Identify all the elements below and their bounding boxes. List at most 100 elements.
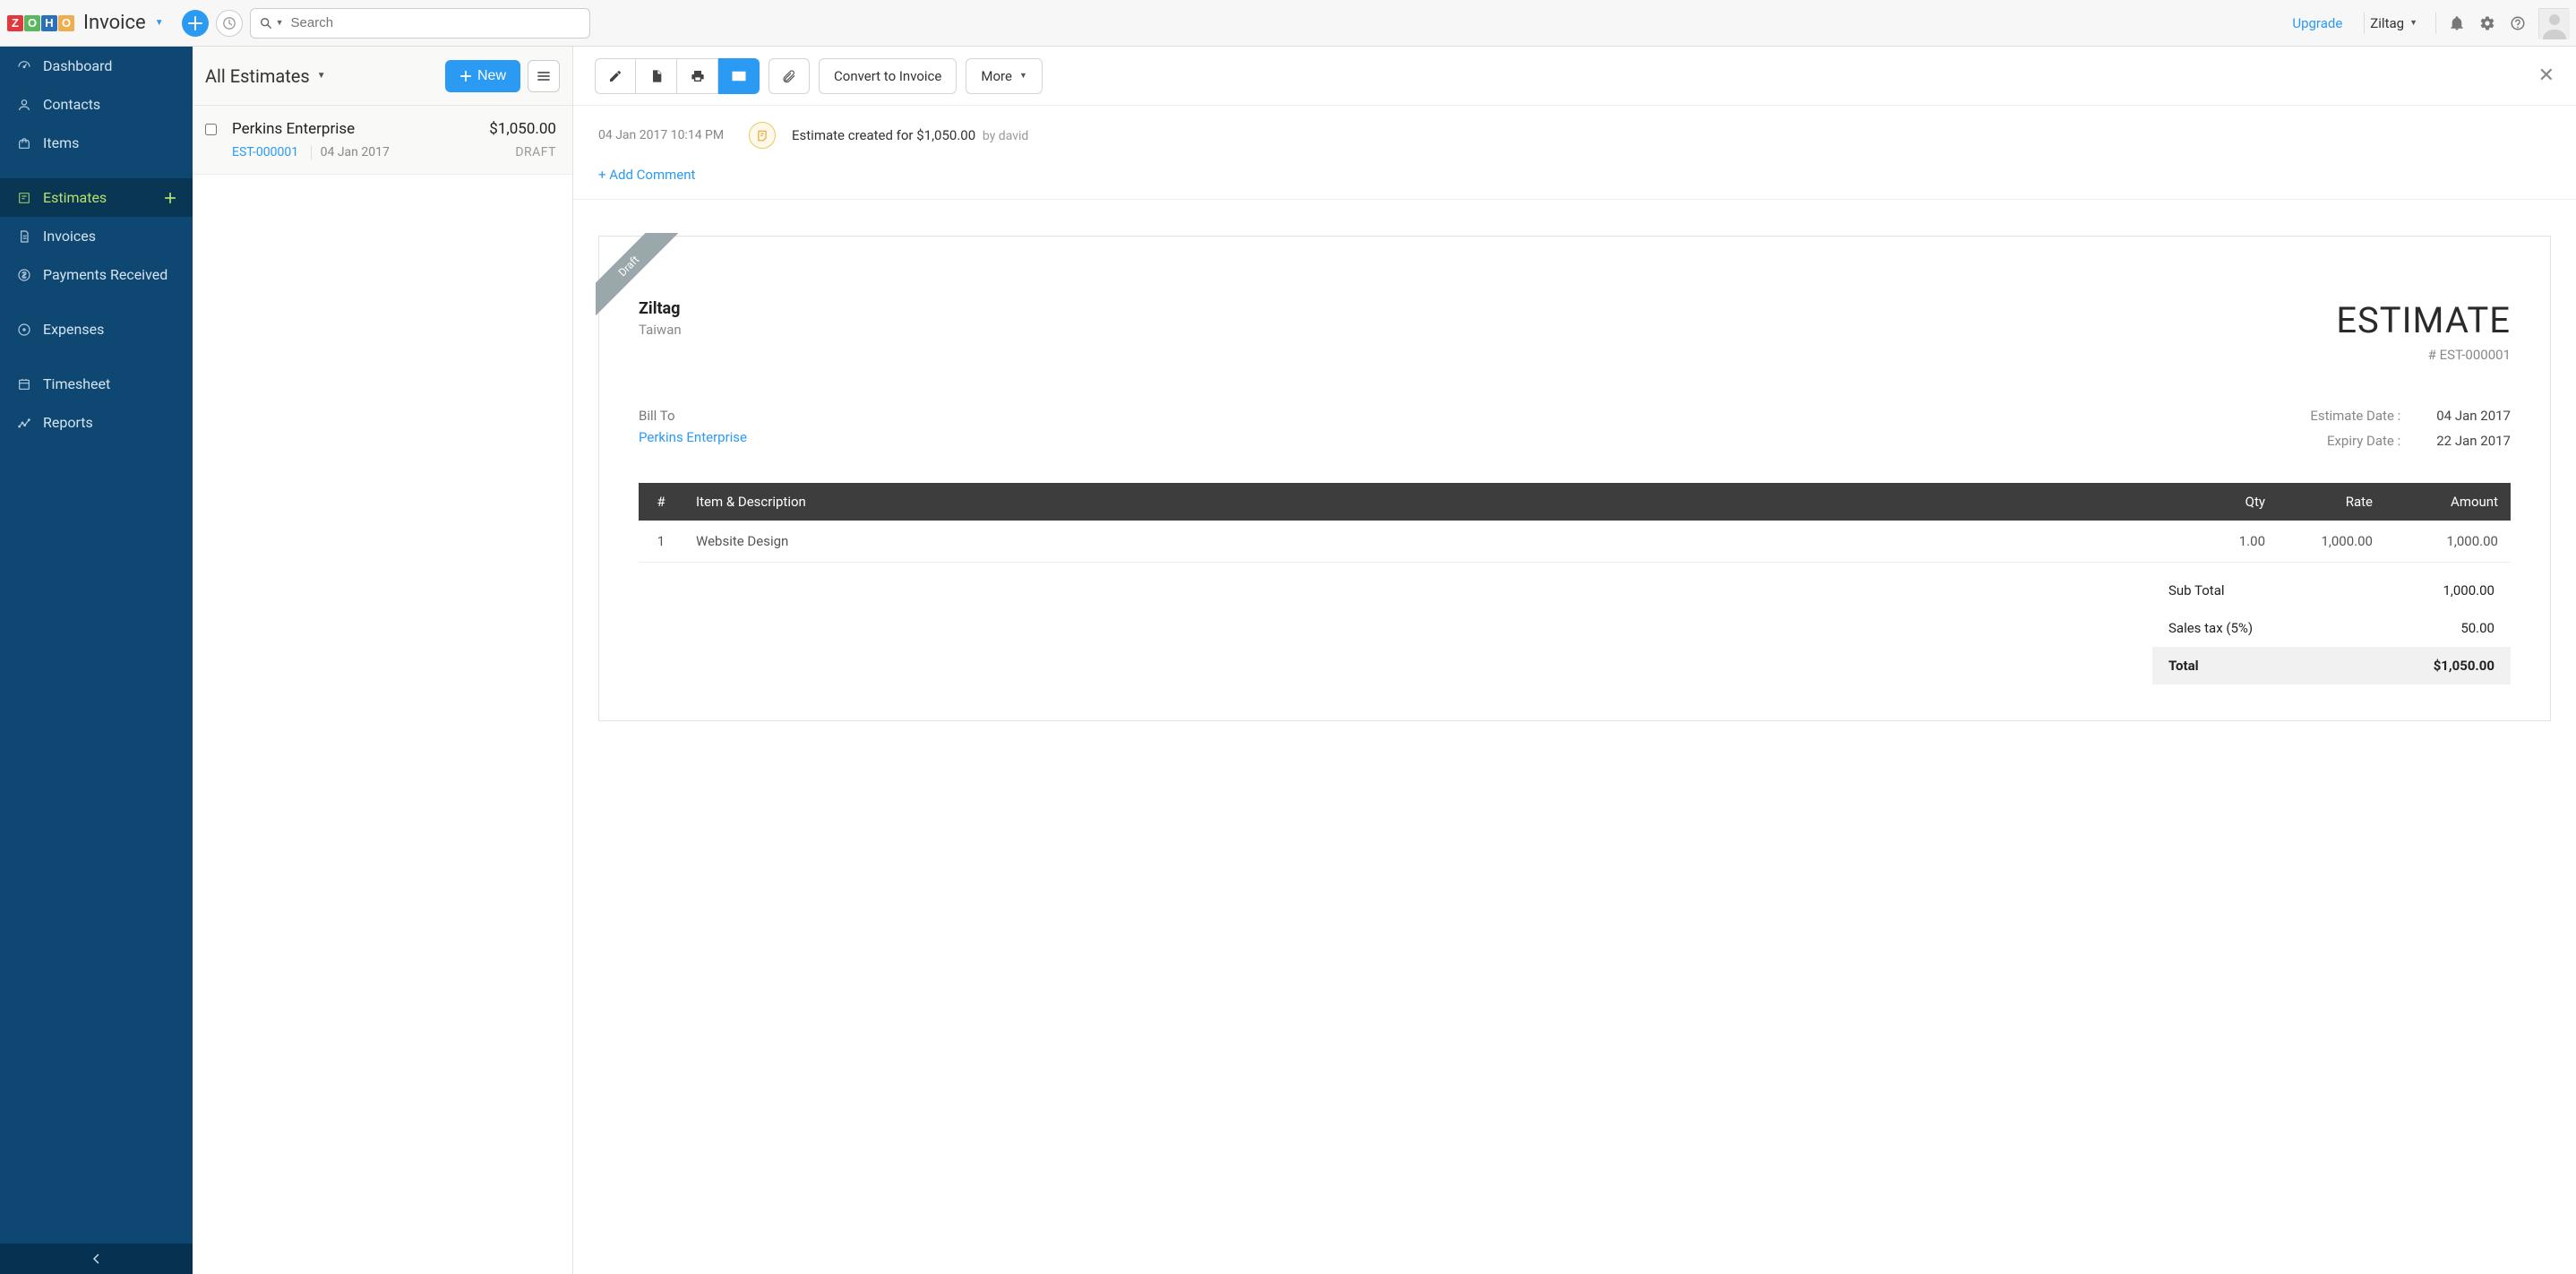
- totals-section: Sub Total 1,000.00 Sales tax (5%) 50.00 …: [2152, 572, 2511, 684]
- chevron-down-icon: ▼: [2409, 18, 2417, 28]
- upgrade-link[interactable]: Upgrade: [2292, 15, 2342, 31]
- help-button[interactable]: [2503, 15, 2533, 31]
- recent-activity-button[interactable]: [216, 10, 243, 37]
- estimate-detail-panel: Convert to Invoice More ▼ ✕ 04 Jan 2017 …: [573, 47, 2576, 1274]
- total-value: $1,050.00: [2434, 658, 2494, 674]
- sidebar-label: Estimates: [43, 189, 107, 206]
- sidebar-label: Timesheet: [43, 375, 110, 392]
- add-comment-link[interactable]: + Add Comment: [598, 167, 695, 183]
- sidebar-item-contacts[interactable]: Contacts: [0, 85, 193, 124]
- new-button-label: New: [477, 68, 506, 84]
- hamburger-icon: [537, 69, 551, 83]
- estimate-document: Draft Ziltag Taiwan ESTIMATE # EST-00000…: [598, 236, 2551, 721]
- sidebar-label: Items: [43, 134, 79, 151]
- estimate-date-label: Estimate Date :: [2293, 408, 2400, 424]
- email-button[interactable]: [718, 58, 760, 94]
- new-estimate-button[interactable]: New: [445, 60, 520, 92]
- estimate-list-row[interactable]: Perkins Enterprise $1,050.00 EST-000001 …: [193, 106, 572, 175]
- close-button[interactable]: ✕: [2538, 65, 2555, 87]
- company-name: Ziltag: [639, 299, 682, 318]
- expenses-icon: [16, 323, 32, 337]
- expiry-date-value: 22 Jan 2017: [2436, 433, 2511, 449]
- sidebar-item-expenses[interactable]: Expenses: [0, 310, 193, 349]
- pdf-button[interactable]: [636, 58, 677, 94]
- sidebar-item-timesheet[interactable]: Timesheet: [0, 365, 193, 403]
- search-input[interactable]: [291, 15, 580, 30]
- timesheet-icon: [16, 377, 32, 392]
- settings-button[interactable]: [2472, 15, 2503, 31]
- contacts-icon: [16, 98, 32, 112]
- document-title: ESTIMATE: [2336, 299, 2511, 341]
- paperclip-icon: [782, 69, 796, 83]
- tax-value: 50.00: [2460, 620, 2494, 636]
- col-num: #: [639, 483, 683, 521]
- convert-button[interactable]: Convert to Invoice: [819, 58, 957, 94]
- attachment-button[interactable]: [769, 58, 810, 94]
- sidebar-label: Dashboard: [43, 57, 112, 74]
- line-items-table: # Item & Description Qty Rate Amount 1 W…: [639, 483, 2511, 563]
- search-box[interactable]: ▼: [250, 8, 590, 39]
- sidebar-item-payments[interactable]: Payments Received: [0, 255, 193, 294]
- product-name: Invoice: [83, 12, 146, 34]
- edit-button[interactable]: [595, 58, 636, 94]
- dashboard-icon: [16, 59, 32, 73]
- sidebar-item-dashboard[interactable]: Dashboard: [0, 47, 193, 85]
- payments-icon: [16, 268, 32, 282]
- sidebar-label: Payments Received: [43, 266, 167, 283]
- user-avatar[interactable]: [2538, 8, 2569, 39]
- quick-create-button[interactable]: [182, 10, 209, 37]
- sidebar-item-reports[interactable]: Reports: [0, 403, 193, 442]
- estimates-icon: [16, 191, 32, 205]
- list-filter-dropdown[interactable]: All Estimates ▼: [205, 65, 326, 87]
- invoices-icon: [16, 229, 32, 244]
- col-item: Item & Description: [683, 483, 2197, 521]
- sidebar-item-invoices[interactable]: Invoices: [0, 217, 193, 255]
- more-button[interactable]: More ▼: [966, 58, 1042, 94]
- sidebar-item-items[interactable]: Items: [0, 124, 193, 162]
- sidebar-label: Contacts: [43, 96, 100, 113]
- printer-icon: [691, 69, 705, 83]
- total-label: Total: [2168, 658, 2199, 674]
- sidebar-label: Expenses: [43, 321, 104, 338]
- col-amount: Amount: [2385, 483, 2511, 521]
- plus-icon[interactable]: [164, 192, 176, 204]
- line-item-row: 1 Website Design 1.00 1,000.00 1,000.00: [639, 521, 2511, 563]
- list-header: All Estimates ▼ New: [193, 47, 572, 106]
- row-amount: $1,050.00: [489, 120, 556, 138]
- pencil-icon: [608, 69, 623, 83]
- mail-icon: [731, 68, 747, 84]
- items-icon: [16, 136, 32, 151]
- org-switcher[interactable]: Ziltag ▼: [2370, 15, 2417, 31]
- estimate-number: # EST-000001: [2336, 347, 2511, 363]
- chevron-down-icon: ▼: [155, 18, 164, 28]
- chevron-down-icon: ▼: [317, 71, 326, 81]
- company-location: Taiwan: [639, 322, 682, 338]
- sidebar-collapse-button[interactable]: [0, 1244, 193, 1274]
- product-switcher[interactable]: ZOHO Invoice ▼: [7, 12, 164, 34]
- tax-label: Sales tax (5%): [2168, 620, 2253, 636]
- detail-toolbar: Convert to Invoice More ▼ ✕: [573, 47, 2576, 106]
- note-icon: [749, 122, 776, 149]
- row-date: 04 Jan 2017: [311, 145, 390, 159]
- subtotal-value: 1,000.00: [2443, 582, 2495, 598]
- list-menu-button[interactable]: [528, 60, 560, 92]
- bill-to-label: Bill To: [639, 408, 747, 424]
- sidebar-item-estimates[interactable]: Estimates: [0, 178, 193, 217]
- expiry-date-label: Expiry Date :: [2293, 433, 2400, 449]
- row-customer: Perkins Enterprise: [232, 120, 355, 138]
- col-rate: Rate: [2278, 483, 2385, 521]
- sidebar: Dashboard Contacts Items Estimates Invoi…: [0, 47, 193, 1274]
- chevron-down-icon: ▼: [1019, 71, 1027, 81]
- sidebar-label: Invoices: [43, 228, 96, 245]
- list-title-label: All Estimates: [205, 65, 310, 87]
- bill-to-customer-link[interactable]: Perkins Enterprise: [639, 429, 747, 445]
- row-select-checkbox[interactable]: [205, 124, 217, 135]
- zoho-logo: ZOHO: [7, 15, 74, 31]
- print-button[interactable]: [677, 58, 718, 94]
- plus-icon: [459, 70, 472, 82]
- reports-icon: [16, 416, 32, 430]
- notifications-button[interactable]: [2442, 15, 2472, 31]
- activity-timestamp: 04 Jan 2017 10:14 PM: [598, 128, 733, 142]
- pdf-icon: [649, 69, 664, 83]
- activity-strip: 04 Jan 2017 10:14 PM Estimate created fo…: [573, 106, 2576, 200]
